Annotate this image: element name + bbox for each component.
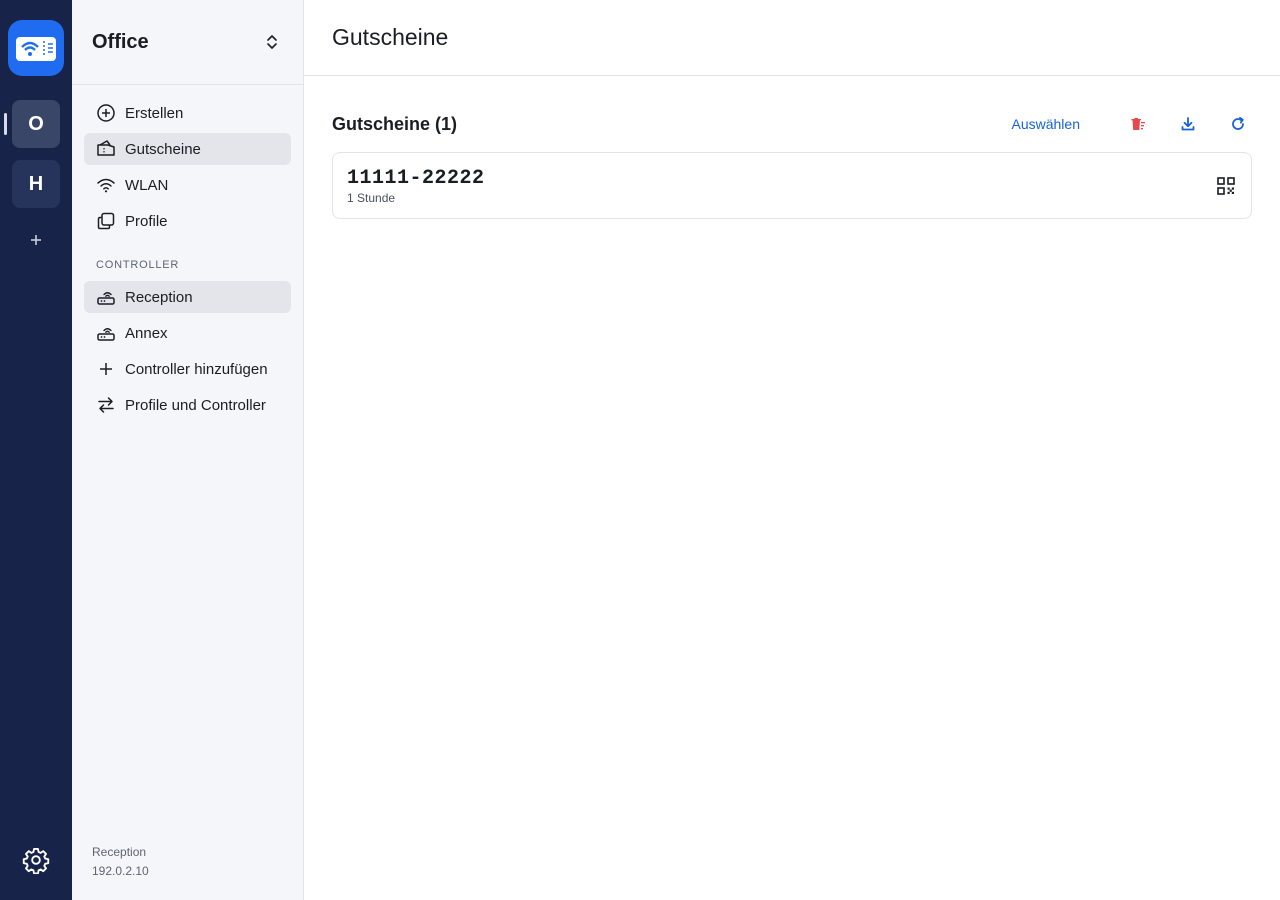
sidebar: Office Erstellen Gutscheine WLAN Profile…: [72, 0, 304, 900]
site-button-h[interactable]: H: [12, 160, 60, 208]
vouchers-toolbar: Gutscheine (1) Auswählen: [332, 108, 1252, 140]
site-letter: H: [28, 172, 44, 195]
sidebar-item-gutscheine[interactable]: Gutscheine: [84, 133, 291, 165]
sidebar-item-profile-und-controller[interactable]: Profile und Controller: [84, 389, 291, 421]
workspace-rail: O H: [0, 0, 72, 900]
page-header: Gutscheine: [304, 0, 1280, 76]
add-site-button[interactable]: [24, 228, 48, 252]
main-content: Gutscheine Gutscheine (1) Auswählen 1111…: [304, 0, 1280, 900]
sidebar-item-label: Controller hinzufügen: [125, 360, 268, 378]
ticket-icon: [96, 139, 116, 159]
sidebar-item-label: Erstellen: [125, 104, 184, 122]
refresh-button[interactable]: [1224, 110, 1252, 138]
qr-code-icon: [1217, 177, 1235, 195]
sidebar-item-label: Gutscheine: [125, 140, 201, 158]
sidebar-nav: Erstellen Gutscheine WLAN Profile CONTRO…: [72, 85, 303, 421]
download-button[interactable]: [1174, 110, 1202, 138]
copy-icon: [96, 211, 116, 231]
controller-name: Reception: [92, 845, 147, 859]
refresh-icon: [1232, 116, 1244, 130]
sidebar-item-wlan[interactable]: WLAN: [84, 169, 291, 201]
arrows-swap-icon: [96, 395, 116, 415]
sidebar-item-label: WLAN: [125, 176, 169, 194]
voucher-duration: 1 Stunde: [347, 191, 396, 205]
controller-ip: 192.0.2.10: [92, 864, 149, 878]
plus-icon: [31, 235, 41, 245]
wifi-icon: [96, 175, 116, 195]
site-switcher-button[interactable]: [263, 33, 281, 51]
sidebar-item-annex[interactable]: Annex: [84, 317, 291, 349]
sidebar-item-label: Annex: [125, 324, 168, 342]
sidebar-item-label: Reception: [125, 288, 193, 306]
sidebar-item-label: Profile und Controller: [125, 396, 266, 414]
site-title: Office: [92, 30, 149, 53]
qr-code-button[interactable]: [1215, 175, 1237, 197]
router-icon: [96, 287, 116, 307]
settings-button[interactable]: [20, 844, 52, 876]
router-icon: [96, 323, 116, 343]
sidebar-item-controller-hinzufuegen[interactable]: Controller hinzufügen: [84, 353, 291, 385]
voucher-code: 11111-22222: [347, 167, 485, 190]
sidebar-item-profile[interactable]: Profile: [84, 205, 291, 237]
plus-icon: [96, 359, 116, 379]
sidebar-item-label: Profile: [125, 212, 168, 230]
voucher-card[interactable]: 11111-22222 1 Stunde: [332, 152, 1252, 219]
chevron-up-down-icon: [267, 35, 277, 49]
download-icon: [1181, 117, 1195, 131]
wifi-ticket-icon: [16, 37, 56, 61]
sidebar-item-erstellen[interactable]: Erstellen: [84, 97, 291, 129]
trash-list-icon: [1131, 118, 1145, 130]
delete-button[interactable]: [1124, 110, 1152, 138]
sidebar-item-reception[interactable]: Reception: [84, 281, 291, 313]
site-letter: O: [28, 112, 44, 135]
sidebar-header: Office: [72, 0, 303, 85]
app-logo[interactable]: [8, 20, 64, 76]
gear-icon: [22, 847, 50, 874]
select-button[interactable]: Auswählen: [1012, 116, 1081, 132]
site-button-office[interactable]: O: [12, 100, 60, 148]
plus-circle-icon: [96, 103, 116, 123]
vouchers-section-title: Gutscheine (1): [332, 113, 458, 134]
controller-info: Reception 192.0.2.10: [92, 843, 149, 881]
page-title: Gutscheine: [332, 24, 449, 50]
active-site-indicator: [4, 113, 7, 135]
controller-section-label: CONTROLLER: [96, 259, 180, 271]
